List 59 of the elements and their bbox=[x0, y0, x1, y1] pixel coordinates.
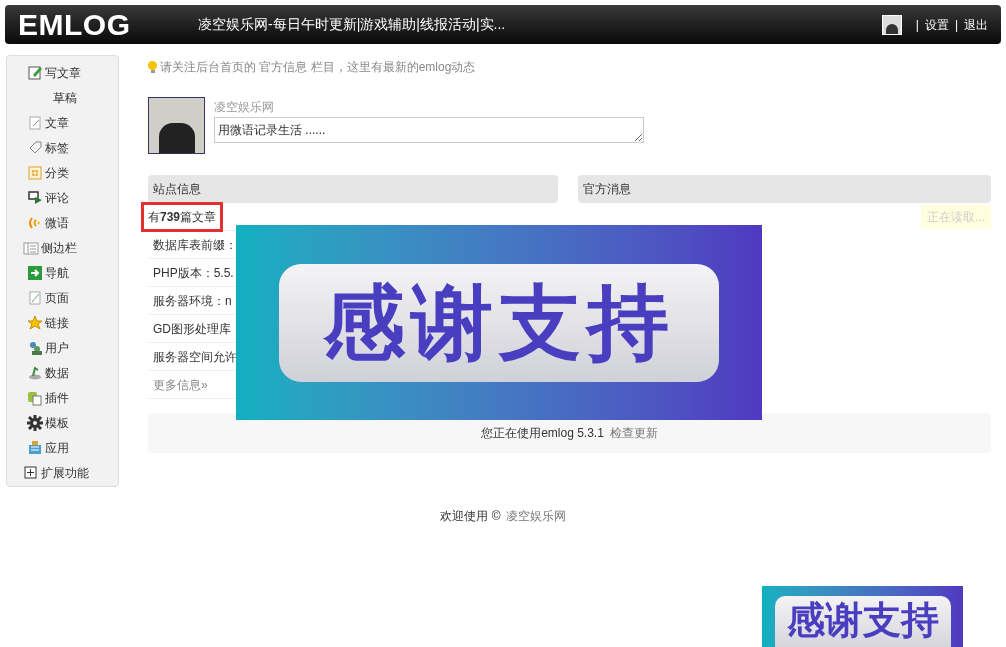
site-info-text: PHP版本：5.5. bbox=[152, 264, 235, 282]
sidebar-item[interactable]: 插件 bbox=[27, 385, 69, 410]
separator: | bbox=[915, 16, 919, 34]
sidebar-item[interactable]: 标签 bbox=[27, 135, 69, 160]
notice-text: 请关注后台首页的 官方信息 栏目，这里有最新的emlog动态 bbox=[160, 59, 476, 76]
sidebar-item[interactable]: 数据 bbox=[27, 360, 69, 385]
site-info-text: 服务器环境：n bbox=[152, 292, 233, 310]
sidebar-item[interactable]: 模板 bbox=[27, 410, 69, 435]
sidebar-item-icon bbox=[27, 339, 43, 356]
sidebar-item[interactable]: 写文章 bbox=[27, 60, 81, 85]
sidebar-item[interactable]: 链接 bbox=[27, 310, 69, 335]
sidebar-item[interactable]: 用户 bbox=[27, 335, 69, 360]
sidebar-item[interactable]: 文章 bbox=[27, 110, 69, 135]
site-title: 凌空娱乐网-每日午时更新|游戏辅助|线报活动|实... bbox=[198, 15, 507, 34]
sidebar-item-icon bbox=[27, 64, 43, 81]
sidebar-item-icon bbox=[27, 264, 43, 281]
thanks-banner: 感谢支持 bbox=[762, 586, 963, 647]
sidebar-item-icon bbox=[27, 289, 43, 306]
sidebar-item[interactable]: 侧边栏 bbox=[27, 235, 77, 260]
check-update-link[interactable]: 检查更新 bbox=[609, 424, 658, 442]
version-text: 您正在使用emlog 5.3.1 bbox=[481, 425, 604, 442]
sidebar-item[interactable]: 评论 bbox=[27, 185, 69, 210]
header-link[interactable]: 设置 bbox=[924, 15, 949, 34]
sidebar-item-icon bbox=[27, 314, 43, 331]
avatar-icon[interactable] bbox=[881, 14, 902, 35]
panel-header: 站点信息 bbox=[148, 175, 558, 203]
sidebar-item[interactable]: 应用 bbox=[27, 435, 69, 460]
sidebar-item[interactable]: 扩展功能 bbox=[27, 460, 89, 485]
footer-text: 欢迎使用 © bbox=[440, 508, 501, 525]
sidebar-item-icon bbox=[23, 239, 39, 256]
site-info-text: 有739篇文章 bbox=[141, 201, 224, 232]
twitter-input-field[interactable]: 用微语记录生活 ...... bbox=[214, 117, 644, 143]
user-name: 凌空娱乐网 bbox=[214, 99, 275, 116]
sidebar-item-icon bbox=[27, 114, 43, 131]
sidebar-item-icon bbox=[27, 164, 43, 181]
sidebar-item[interactable]: 页面 bbox=[27, 285, 69, 310]
panel-header: 官方消息 bbox=[578, 175, 991, 203]
sidebar-item[interactable]: 微语 bbox=[27, 210, 69, 235]
sidebar-item-icon bbox=[27, 139, 43, 156]
sidebar-item-icon bbox=[27, 364, 43, 381]
site-info-text: 数据库表前缀： bbox=[152, 236, 238, 254]
sidebar-item[interactable]: 草稿 bbox=[27, 85, 77, 110]
footer-link[interactable]: 凌空娱乐网 bbox=[505, 507, 566, 525]
avatar-photo-placeholder bbox=[148, 97, 205, 154]
lightbulb-icon bbox=[148, 60, 157, 74]
header-link[interactable]: 退出 bbox=[964, 15, 988, 34]
more-info-link[interactable]: 更多信息» bbox=[148, 375, 213, 394]
thanks-banner: 感谢支持 bbox=[236, 225, 762, 420]
sidebar-item[interactable]: 分类 bbox=[27, 160, 69, 185]
settings-icon bbox=[27, 414, 43, 431]
site-info-text: 服务器空间允许 bbox=[152, 348, 238, 366]
sidebar-item-icon bbox=[27, 439, 43, 456]
site-info-text: GD图形处理库 bbox=[152, 320, 232, 338]
separator: | bbox=[954, 16, 958, 34]
sidebar-item[interactable]: 导航 bbox=[27, 260, 69, 285]
sidebar-item-icon bbox=[27, 189, 43, 206]
logo[interactable]: EMLOG bbox=[18, 2, 198, 47]
sidebar-item-icon bbox=[27, 389, 43, 406]
expand-icon bbox=[23, 464, 39, 481]
